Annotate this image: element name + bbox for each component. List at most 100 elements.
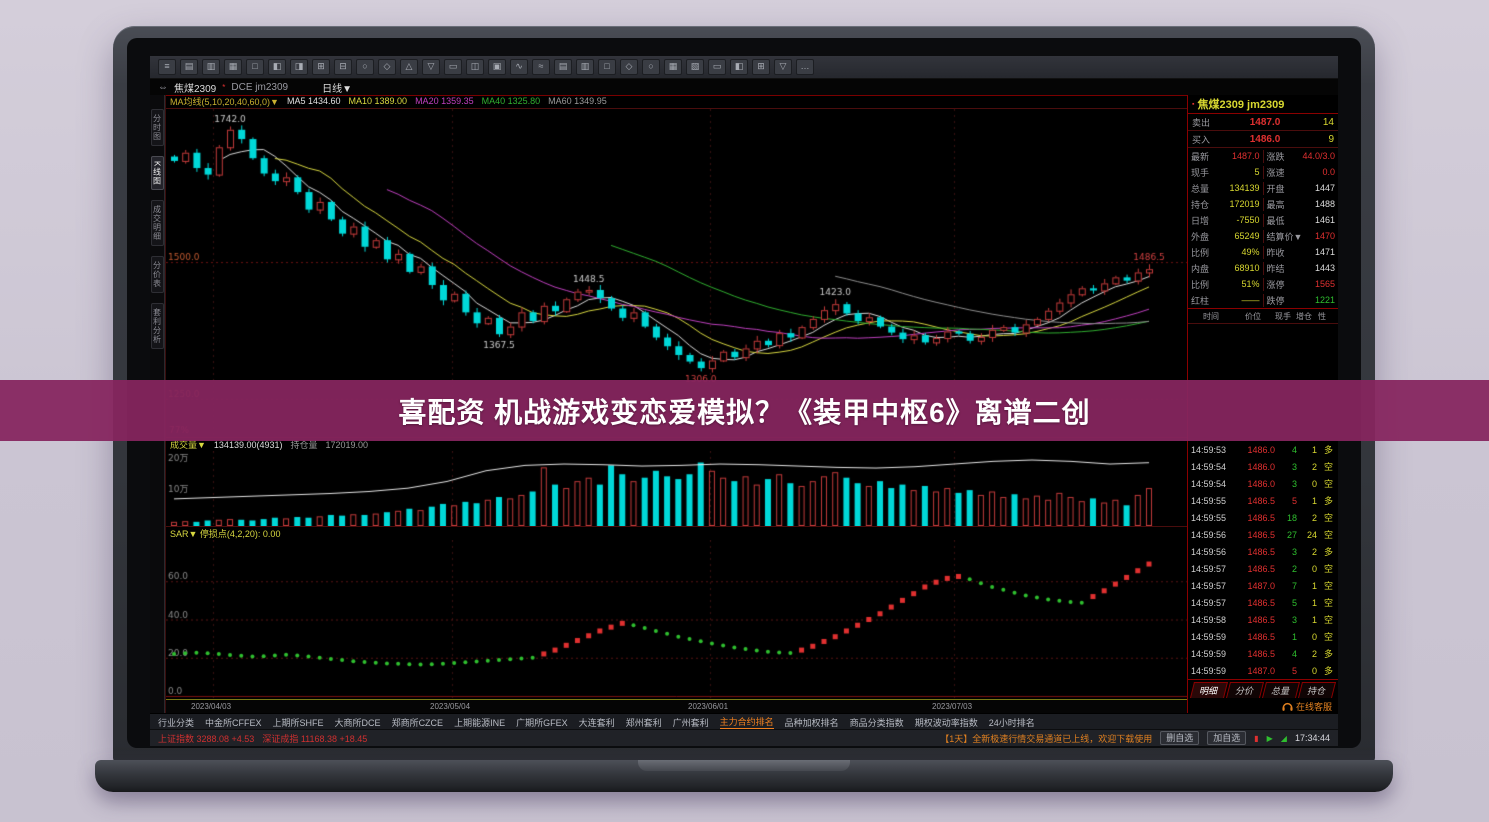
- tick-direction: 空: [1317, 511, 1336, 524]
- tick-row[interactable]: 14:59:531486.041多: [1188, 441, 1338, 458]
- side-tab-套利分析[interactable]: 套利分析: [151, 303, 164, 349]
- tick-row[interactable]: 14:59:561486.532多: [1188, 543, 1338, 560]
- toolbar-icon[interactable]: △: [400, 59, 418, 75]
- toolbar-icon[interactable]: ◫: [466, 59, 484, 75]
- market-tab-主力合约排名[interactable]: 主力合约排名: [720, 715, 774, 730]
- tick-row[interactable]: 14:59:581486.531空: [1188, 611, 1338, 628]
- toolbar-icon[interactable]: □: [246, 59, 264, 75]
- tick-price: 1486.0: [1237, 462, 1275, 472]
- toolbar-icon[interactable]: ≈: [532, 59, 550, 75]
- tick-row[interactable]: 14:59:541486.032空: [1188, 458, 1338, 475]
- market-tab-期权波动率指数[interactable]: 期权波动率指数: [915, 716, 978, 729]
- ask-row[interactable]: 卖出 1487.0 14: [1188, 114, 1338, 131]
- tick-direction: 空: [1317, 477, 1336, 490]
- laptop-base: [95, 760, 1393, 792]
- quote-cell-right: 昨收1471: [1263, 246, 1339, 259]
- toolbar-icon[interactable]: ▽: [774, 59, 792, 75]
- tick-direction: 多: [1317, 545, 1336, 558]
- quote-tab-总量[interactable]: 总量: [1262, 682, 1300, 698]
- toolbar-icon[interactable]: ○: [356, 59, 374, 75]
- quote-tab-明细[interactable]: 明细: [1190, 682, 1228, 698]
- quote-field-label: 持仓: [1191, 198, 1209, 211]
- overlay-ad-banner[interactable]: 喜配资 机战游戏变恋爱模拟？《装甲中枢6》离谱二创: [0, 380, 1489, 441]
- toolbar-icon[interactable]: ▥: [202, 59, 220, 75]
- toolbar-icon[interactable]: ∿: [510, 59, 528, 75]
- market-tab-郑州套利[interactable]: 郑州套利: [626, 716, 662, 729]
- quote-field-label: 昨结: [1267, 262, 1285, 275]
- tick-list[interactable]: 14:59:531486.041多14:59:541486.032空14:59:…: [1188, 324, 1338, 679]
- toolbar-icon[interactable]: ▽: [422, 59, 440, 75]
- toolbar-icon[interactable]: ◇: [378, 59, 396, 75]
- market-tab-上期所SHFE[interactable]: 上期所SHFE: [273, 716, 324, 729]
- play-indicator-icon[interactable]: ▶: [1267, 734, 1273, 743]
- market-tab-广州套利[interactable]: 广州套利: [673, 716, 709, 729]
- add-watchlist-button[interactable]: 加自选: [1207, 731, 1246, 745]
- quote-panel-tabs: 明细分价总量持仓: [1188, 679, 1338, 698]
- toolbar-icon[interactable]: ○: [642, 59, 660, 75]
- side-tab-成交明细[interactable]: 成交明细: [151, 200, 164, 246]
- market-tab-广期所GFEX[interactable]: 广期所GFEX: [516, 716, 568, 729]
- toolbar-icon[interactable]: ▧: [686, 59, 704, 75]
- quote-cell-right: 跌停1221: [1263, 294, 1339, 307]
- market-tab-行业分类[interactable]: 行业分类: [158, 716, 194, 729]
- bid-row[interactable]: 买入 1486.0 9: [1188, 131, 1338, 148]
- market-tab-商品分类指数[interactable]: 商品分类指数: [850, 716, 904, 729]
- toolbar-icon[interactable]: ≡: [158, 59, 176, 75]
- tick-row[interactable]: 14:59:591486.542多: [1188, 645, 1338, 662]
- nav-arrows-icon[interactable]: ⇔: [158, 82, 168, 93]
- sar-indicator-chart[interactable]: [166, 540, 1187, 699]
- side-tab-分价表[interactable]: 分价表: [151, 256, 164, 293]
- notice-ticker[interactable]: 【1天】全新极速行情交易通道已上线，欢迎下载使用: [940, 732, 1152, 745]
- status-bar: 上证指数 3288.08 +4.53 深证成指 11168.38 +18.45 …: [150, 729, 1338, 746]
- favorite-star-icon[interactable]: *: [222, 83, 225, 92]
- toolbar-icon[interactable]: ◇: [620, 59, 638, 75]
- market-tab-24小时排名[interactable]: 24小时排名: [989, 716, 1035, 729]
- period-selector[interactable]: 日线▼: [322, 80, 352, 95]
- side-tab-K线图[interactable]: K线图: [151, 156, 164, 190]
- market-tab-上期能源INE[interactable]: 上期能源INE: [454, 716, 505, 729]
- market-tab-大连套利[interactable]: 大连套利: [579, 716, 615, 729]
- ma-settings-label[interactable]: MA均线(5,10,20,40,60,0)▼: [170, 95, 279, 108]
- toolbar-icon[interactable]: ◧: [268, 59, 286, 75]
- tick-row[interactable]: 14:59:561486.52724空: [1188, 526, 1338, 543]
- toolbar-icon[interactable]: ▥: [576, 59, 594, 75]
- toolbar-icon[interactable]: …: [796, 59, 814, 75]
- quote-field-label: 昨收: [1267, 246, 1285, 259]
- toolbar-icon[interactable]: ▣: [488, 59, 506, 75]
- toolbar-icon[interactable]: ▦: [224, 59, 242, 75]
- toolbar-icon[interactable]: ⊞: [312, 59, 330, 75]
- toolbar-icon[interactable]: ◧: [730, 59, 748, 75]
- tick-row[interactable]: 14:59:591486.510空: [1188, 628, 1338, 645]
- market-tab-郑商所CZCE[interactable]: 郑商所CZCE: [392, 716, 444, 729]
- tick-row[interactable]: 14:59:541486.030空: [1188, 475, 1338, 492]
- toolbar-icon[interactable]: ▦: [664, 59, 682, 75]
- toolbar-icon[interactable]: ▤: [554, 59, 572, 75]
- tick-row[interactable]: 14:59:551486.551多: [1188, 492, 1338, 509]
- online-service[interactable]: 在线客服: [1188, 698, 1338, 714]
- side-tab-分时图[interactable]: 分时图: [151, 109, 164, 146]
- tick-row[interactable]: 14:59:571486.551空: [1188, 594, 1338, 611]
- sar-indicator-label[interactable]: SAR▼ 停损点(4,2,20): 0.00: [170, 527, 280, 540]
- toolbar-icon[interactable]: □: [598, 59, 616, 75]
- tick-row[interactable]: 14:59:591487.050多: [1188, 662, 1338, 679]
- index-quote-2: 深证成指 11168.38 +18.45: [262, 732, 367, 745]
- quote-field-label: 日增: [1191, 214, 1209, 227]
- toolbar-icon[interactable]: ▭: [444, 59, 462, 75]
- market-tab-中金所CFFEX[interactable]: 中金所CFFEX: [205, 716, 262, 729]
- toolbar-icon[interactable]: ⊞: [752, 59, 770, 75]
- toolbar-icon[interactable]: ◨: [290, 59, 308, 75]
- tick-row[interactable]: 14:59:551486.5182空: [1188, 509, 1338, 526]
- quote-field-value: 1221: [1285, 295, 1335, 305]
- market-tab-大商所DCE[interactable]: 大商所DCE: [335, 716, 381, 729]
- market-tab-品种加权排名[interactable]: 品种加权排名: [785, 716, 839, 729]
- toolbar-icon[interactable]: ▭: [708, 59, 726, 75]
- tick-row[interactable]: 14:59:571487.071空: [1188, 577, 1338, 594]
- quote-tab-持仓[interactable]: 持仓: [1298, 682, 1336, 698]
- quote-tab-分价[interactable]: 分价: [1226, 682, 1264, 698]
- toolbar-icon[interactable]: ▤: [180, 59, 198, 75]
- tick-row[interactable]: 14:59:571486.520空: [1188, 560, 1338, 577]
- quote-field-label: 最新: [1191, 150, 1209, 163]
- remove-watchlist-button[interactable]: 删自选: [1160, 731, 1199, 745]
- volume-chart[interactable]: [166, 451, 1187, 526]
- toolbar-icon[interactable]: ⊟: [334, 59, 352, 75]
